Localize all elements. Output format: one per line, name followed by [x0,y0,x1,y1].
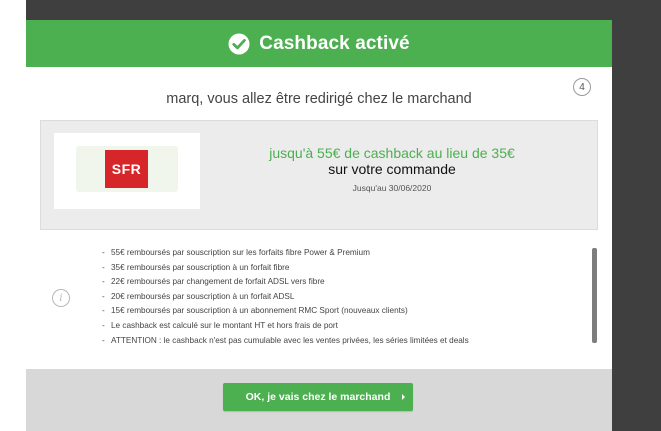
modal-header: Cashback activé [26,20,612,67]
condition-item: 20€ remboursés par souscription à un for… [102,290,582,305]
check-circle-icon [228,33,250,54]
go-to-merchant-button[interactable]: OK, je vais chez le marchand [223,383,413,411]
cashback-modal: Cashback activé 4 marq, vous allez être … [26,20,612,431]
condition-item: 22€ remboursés par changement de forfait… [102,275,582,290]
scrollbar-thumb[interactable] [592,248,597,343]
go-to-merchant-label: OK, je vais chez le marchand [245,391,391,403]
condition-item: 35€ remboursés par souscription à un for… [102,261,582,276]
condition-item: ATTENTION : le cashback n'est pas cumula… [102,334,582,349]
merchant-logo-box: SFR [54,133,200,209]
offer-validity: Jusqu'au 30/06/2020 [352,183,432,193]
redirect-message: marq, vous allez être redirigé chez le m… [166,91,472,107]
offer-headline: jusqu'à 55€ de cashback au lieu de 35€ [269,145,515,161]
caret-right-icon [402,394,405,400]
conditions-list: 55€ remboursés par souscription sur les … [102,246,582,348]
modal-title: Cashback activé [259,32,410,54]
page-backdrop [0,0,26,431]
condition-item: 55€ remboursés par souscription sur les … [102,246,582,261]
condition-item: 15€ remboursés par souscription à un abo… [102,304,582,319]
offer-text: jusqu'à 55€ de cashback au lieu de 35€ s… [233,145,551,193]
merchant-logo: SFR [105,150,148,188]
conditions-scrollbar[interactable] [592,248,597,343]
condition-item: Le cashback est calculé sur le montant H… [102,319,582,334]
modal-footer: OK, je vais chez le marchand [26,369,612,431]
offer-subline: sur votre commande [328,161,456,177]
offer-panel: SFR jusqu'à 55€ de cashback au lieu de 3… [40,120,598,230]
info-icon[interactable]: i [52,289,70,307]
